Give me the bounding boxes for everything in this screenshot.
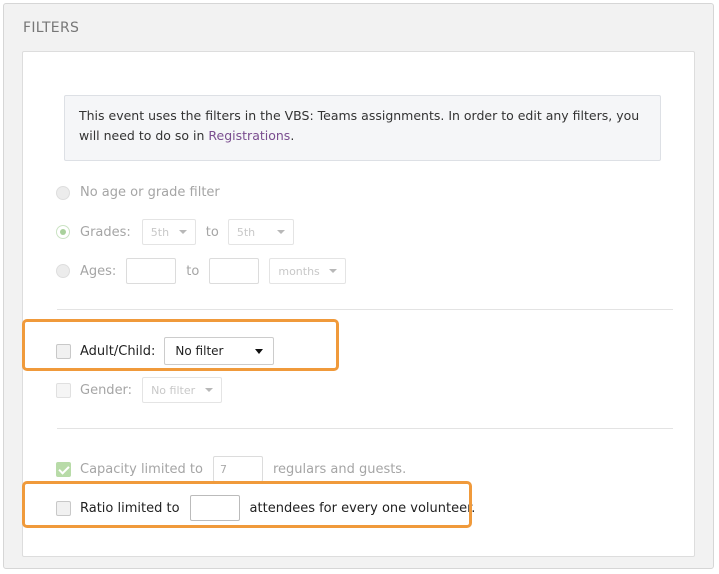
chevron-down-icon xyxy=(178,230,187,234)
capacity-filter: Capacity limited to 7 regulars and guest… xyxy=(56,456,406,482)
divider xyxy=(57,428,673,429)
chevron-down-icon xyxy=(276,230,285,234)
grades-from-value: 5th xyxy=(150,225,170,239)
ages-radio[interactable] xyxy=(56,264,70,278)
grades-radio[interactable] xyxy=(56,225,70,239)
ages-unit-value: months xyxy=(278,264,320,278)
gender-filter: Gender: No filter xyxy=(56,377,223,403)
capacity-suffix: regulars and guests. xyxy=(272,461,407,477)
no-age-filter-label: No age or grade filter xyxy=(80,185,220,200)
ages-unit-select[interactable]: months xyxy=(269,258,347,284)
chevron-down-icon xyxy=(329,269,338,273)
grades-option[interactable]: Grades: 5th to 5th xyxy=(56,219,294,245)
divider xyxy=(57,309,673,310)
grades-to-value: 5th xyxy=(236,225,256,239)
no-age-filter-option[interactable]: No age or grade filter xyxy=(56,185,220,200)
gender-label: Gender: xyxy=(80,382,133,398)
notice-end: . xyxy=(290,128,295,143)
filters-notice: This event uses the filters in the VBS: … xyxy=(64,95,661,161)
grades-from-select[interactable]: 5th xyxy=(141,219,196,245)
gender-select[interactable]: No filter xyxy=(142,377,223,403)
gender-value: No filter xyxy=(151,383,196,397)
grades-to-word: to xyxy=(205,224,219,240)
ages-label: Ages: xyxy=(80,263,117,279)
ages-to-input[interactable] xyxy=(209,258,260,284)
chevron-down-icon xyxy=(205,388,214,392)
registrations-link[interactable]: Registrations xyxy=(208,128,290,143)
no-age-filter-radio[interactable] xyxy=(56,185,70,200)
grades-to-select[interactable]: 5th xyxy=(227,219,294,245)
notice-text: This event uses the filters in the VBS: … xyxy=(79,108,640,143)
capacity-input[interactable]: 7 xyxy=(212,456,263,482)
capacity-label: Capacity limited to xyxy=(80,461,203,477)
highlight-ratio xyxy=(22,481,472,528)
ages-to-word: to xyxy=(186,263,200,279)
ages-from-input[interactable] xyxy=(126,258,177,284)
gender-checkbox[interactable] xyxy=(56,382,71,398)
highlight-adult-child xyxy=(22,319,339,371)
panel-title: FILTERS xyxy=(23,20,80,36)
ages-option[interactable]: Ages: to months xyxy=(56,258,347,284)
grades-label: Grades: xyxy=(80,224,131,240)
capacity-checkbox[interactable] xyxy=(56,461,71,477)
